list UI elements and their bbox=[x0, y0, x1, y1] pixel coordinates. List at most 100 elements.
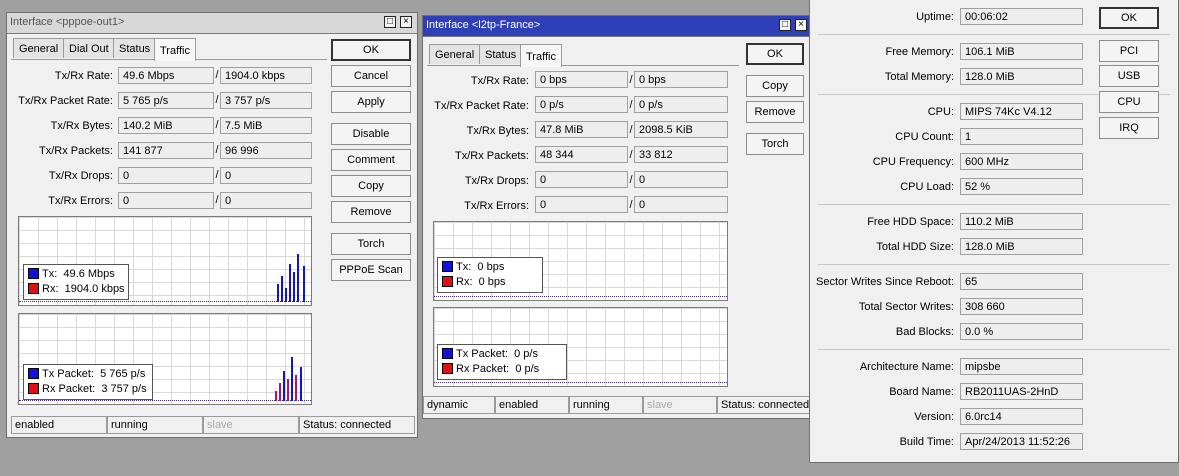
legend-label: Rx: bbox=[456, 276, 473, 288]
pci-button[interactable]: PCI bbox=[1099, 40, 1159, 62]
legend-value: 49.6 Mbps bbox=[63, 268, 115, 280]
tab-dial-out[interactable]: Dial Out bbox=[63, 38, 115, 58]
tx-swatch bbox=[28, 268, 39, 279]
legend-value: 0 p/s bbox=[515, 363, 540, 375]
board-name-label: Board Name: bbox=[889, 386, 954, 398]
window-title: Interface <l2tp-France> bbox=[426, 19, 541, 31]
tx-value: 0 p/s bbox=[535, 96, 628, 113]
rate-graph-legend: Tx: 49.6 Mbps Rx: 1904.0 kbps bbox=[23, 264, 129, 300]
apply-button[interactable]: Apply bbox=[331, 91, 411, 113]
tx-value: 5 765 p/s bbox=[118, 92, 214, 109]
tx-value: 0 bbox=[535, 171, 628, 188]
rx-bar bbox=[295, 375, 297, 401]
rx-swatch bbox=[442, 276, 453, 287]
system-resources-window: Uptime: 00:06:02 Free Memory: 106.1 MiB … bbox=[809, 0, 1179, 463]
total-memory-value: 128.0 MiB bbox=[960, 68, 1083, 85]
field-label: Tx/Rx Errors: bbox=[464, 200, 529, 212]
window-titlebar[interactable]: Interface <pppoe-out1> □ × bbox=[7, 13, 417, 34]
rx-value: 0 bbox=[634, 171, 728, 188]
usb-button[interactable]: USB bbox=[1099, 65, 1159, 87]
packet-graph-legend: Tx Packet: 0 p/s Rx Packet: 0 p/s bbox=[437, 344, 567, 380]
comment-button[interactable]: Comment bbox=[331, 149, 411, 171]
tx-bar bbox=[303, 266, 305, 302]
rx-value: 0 bbox=[634, 196, 728, 213]
torch-button[interactable]: Torch bbox=[746, 133, 804, 155]
tx-bar bbox=[291, 357, 293, 401]
rx-value: 0 bps bbox=[634, 71, 728, 88]
total-sector-writes-value: 308 660 bbox=[960, 298, 1083, 315]
status-enabled: enabled bbox=[11, 416, 107, 434]
field-label: Tx/Rx Packet Rate: bbox=[18, 95, 113, 107]
legend-tx-packet: Tx Packet: 0 p/s bbox=[442, 347, 562, 362]
field-label: Tx/Rx Packets: bbox=[39, 145, 113, 157]
irq-button[interactable]: IRQ bbox=[1099, 117, 1159, 139]
close-icon[interactable]: × bbox=[795, 19, 807, 31]
legend-label: Tx Packet: bbox=[456, 348, 508, 360]
close-icon[interactable]: × bbox=[400, 16, 412, 28]
cpu-label: CPU: bbox=[927, 106, 954, 118]
legend-rx: Rx: 1904.0 kbps bbox=[28, 282, 125, 297]
tab-status[interactable]: Status bbox=[113, 38, 157, 58]
field-label: Tx/Rx Rate: bbox=[54, 70, 113, 82]
ok-button[interactable]: OK bbox=[1099, 7, 1159, 29]
rate-graph-legend: Tx: 0 bps Rx: 0 bps bbox=[437, 257, 543, 293]
ok-button[interactable]: OK bbox=[746, 43, 804, 65]
uptime-value: 00:06:02 bbox=[960, 8, 1083, 25]
build-time-value: Apr/24/2013 11:52:26 bbox=[960, 433, 1083, 450]
copy-button[interactable]: Copy bbox=[331, 175, 411, 197]
cpu-button[interactable]: CPU bbox=[1099, 91, 1159, 113]
graph-baseline bbox=[434, 296, 727, 297]
free-memory-value: 106.1 MiB bbox=[960, 43, 1083, 60]
tab-general[interactable]: General bbox=[13, 38, 65, 58]
separator bbox=[818, 34, 1170, 35]
remove-button[interactable]: Remove bbox=[746, 101, 804, 123]
rx-swatch bbox=[28, 283, 39, 294]
cpu-count-value: 1 bbox=[960, 128, 1083, 145]
tx-value: 140.2 MiB bbox=[118, 117, 214, 134]
remove-button[interactable]: Remove bbox=[331, 201, 411, 223]
version-value: 6.0rc14 bbox=[960, 408, 1083, 425]
maximize-icon[interactable]: □ bbox=[779, 19, 791, 31]
pppoe-scan-button[interactable]: PPPoE Scan bbox=[331, 259, 411, 281]
architecture-label: Architecture Name: bbox=[859, 361, 954, 373]
tab-traffic[interactable]: Traffic bbox=[520, 44, 562, 67]
separator bbox=[818, 264, 1170, 265]
tab-traffic[interactable]: Traffic bbox=[154, 38, 196, 61]
legend-rx-packet: Rx Packet: 0 p/s bbox=[442, 362, 562, 377]
free-memory-label: Free Memory: bbox=[885, 46, 954, 58]
maximize-icon[interactable]: □ bbox=[384, 16, 396, 28]
disable-button[interactable]: Disable bbox=[331, 123, 411, 145]
legend-rx: Rx: 0 bps bbox=[442, 275, 538, 290]
copy-button[interactable]: Copy bbox=[746, 75, 804, 97]
tab-status[interactable]: Status bbox=[479, 44, 523, 64]
legend-value: 5 765 p/s bbox=[100, 368, 146, 380]
total-hdd-value: 128.0 MiB bbox=[960, 238, 1083, 255]
window-titlebar[interactable]: Interface <l2tp-France> □ × bbox=[423, 16, 811, 37]
field-label: Tx/Rx Packet Rate: bbox=[434, 100, 529, 112]
legend-label: Tx: bbox=[42, 268, 58, 280]
tx-value: 49.6 Mbps bbox=[118, 67, 214, 84]
cancel-button[interactable]: Cancel bbox=[331, 65, 411, 87]
graph-baseline bbox=[19, 400, 311, 401]
rx-value: 0 bbox=[220, 192, 312, 209]
status-connection: Status: connected bbox=[299, 416, 415, 434]
field-label: Tx/Rx Bytes: bbox=[466, 125, 529, 137]
window-title: Interface <pppoe-out1> bbox=[10, 16, 125, 28]
status-slave: slave bbox=[643, 396, 717, 414]
field-label: Tx/Rx Rate: bbox=[470, 75, 529, 87]
bad-blocks-label: Bad Blocks: bbox=[895, 326, 954, 338]
tx-value: 0 bbox=[118, 167, 214, 184]
legend-label: Tx: bbox=[456, 261, 472, 273]
rx-value: 7.5 MiB bbox=[220, 117, 312, 134]
status-running: running bbox=[107, 416, 203, 434]
legend-value: 1904.0 kbps bbox=[64, 283, 125, 295]
rx-value: 96 996 bbox=[220, 142, 312, 159]
rx-value: 0 p/s bbox=[634, 96, 728, 113]
torch-button[interactable]: Torch bbox=[331, 233, 411, 255]
legend-value: 0 p/s bbox=[514, 348, 538, 360]
ok-button[interactable]: OK bbox=[331, 39, 411, 61]
separator bbox=[818, 349, 1170, 350]
tab-general[interactable]: General bbox=[429, 44, 481, 64]
sector-writes-reboot-label: Sector Writes Since Reboot: bbox=[816, 276, 954, 288]
legend-label: Rx Packet: bbox=[42, 383, 96, 395]
